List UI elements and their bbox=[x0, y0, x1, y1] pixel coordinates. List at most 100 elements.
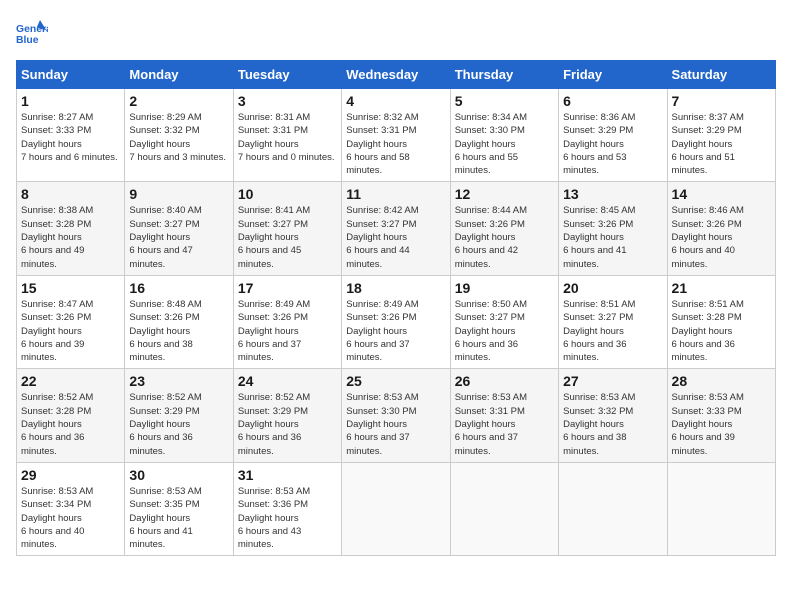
day-info: Sunrise: 8:40 AM Sunset: 3:27 PM Dayligh… bbox=[129, 204, 228, 270]
day-number: 2 bbox=[129, 93, 228, 109]
day-number: 10 bbox=[238, 186, 337, 202]
day-cell: 14 Sunrise: 8:46 AM Sunset: 3:26 PM Dayl… bbox=[667, 182, 775, 275]
day-info: Sunrise: 8:53 AM Sunset: 3:30 PM Dayligh… bbox=[346, 391, 445, 457]
day-number: 25 bbox=[346, 373, 445, 389]
day-number: 14 bbox=[672, 186, 771, 202]
day-number: 13 bbox=[563, 186, 662, 202]
day-cell: 10 Sunrise: 8:41 AM Sunset: 3:27 PM Dayl… bbox=[233, 182, 341, 275]
column-header-tuesday: Tuesday bbox=[233, 61, 341, 89]
column-header-sunday: Sunday bbox=[17, 61, 125, 89]
day-cell: 23 Sunrise: 8:52 AM Sunset: 3:29 PM Dayl… bbox=[125, 369, 233, 462]
day-cell: 27 Sunrise: 8:53 AM Sunset: 3:32 PM Dayl… bbox=[559, 369, 667, 462]
day-cell: 31 Sunrise: 8:53 AM Sunset: 3:36 PM Dayl… bbox=[233, 462, 341, 555]
day-info: Sunrise: 8:52 AM Sunset: 3:29 PM Dayligh… bbox=[129, 391, 228, 457]
day-cell: 19 Sunrise: 8:50 AM Sunset: 3:27 PM Dayl… bbox=[450, 275, 558, 368]
day-number: 6 bbox=[563, 93, 662, 109]
week-row-1: 1 Sunrise: 8:27 AM Sunset: 3:33 PM Dayli… bbox=[17, 89, 776, 182]
day-cell: 25 Sunrise: 8:53 AM Sunset: 3:30 PM Dayl… bbox=[342, 369, 450, 462]
day-cell: 18 Sunrise: 8:49 AM Sunset: 3:26 PM Dayl… bbox=[342, 275, 450, 368]
day-cell: 26 Sunrise: 8:53 AM Sunset: 3:31 PM Dayl… bbox=[450, 369, 558, 462]
day-number: 29 bbox=[21, 467, 120, 483]
day-number: 7 bbox=[672, 93, 771, 109]
day-info: Sunrise: 8:32 AM Sunset: 3:31 PM Dayligh… bbox=[346, 111, 445, 177]
svg-text:Blue: Blue bbox=[16, 35, 39, 46]
logo-icon: General Blue bbox=[16, 16, 48, 48]
day-cell: 24 Sunrise: 8:52 AM Sunset: 3:29 PM Dayl… bbox=[233, 369, 341, 462]
day-cell: 22 Sunrise: 8:52 AM Sunset: 3:28 PM Dayl… bbox=[17, 369, 125, 462]
day-cell: 21 Sunrise: 8:51 AM Sunset: 3:28 PM Dayl… bbox=[667, 275, 775, 368]
week-row-2: 8 Sunrise: 8:38 AM Sunset: 3:28 PM Dayli… bbox=[17, 182, 776, 275]
day-number: 9 bbox=[129, 186, 228, 202]
day-cell: 2 Sunrise: 8:29 AM Sunset: 3:32 PM Dayli… bbox=[125, 89, 233, 182]
week-row-5: 29 Sunrise: 8:53 AM Sunset: 3:34 PM Dayl… bbox=[17, 462, 776, 555]
day-number: 16 bbox=[129, 280, 228, 296]
day-info: Sunrise: 8:46 AM Sunset: 3:26 PM Dayligh… bbox=[672, 204, 771, 270]
day-cell: 28 Sunrise: 8:53 AM Sunset: 3:33 PM Dayl… bbox=[667, 369, 775, 462]
day-cell: 15 Sunrise: 8:47 AM Sunset: 3:26 PM Dayl… bbox=[17, 275, 125, 368]
day-number: 5 bbox=[455, 93, 554, 109]
column-header-saturday: Saturday bbox=[667, 61, 775, 89]
column-header-thursday: Thursday bbox=[450, 61, 558, 89]
day-number: 27 bbox=[563, 373, 662, 389]
day-info: Sunrise: 8:45 AM Sunset: 3:26 PM Dayligh… bbox=[563, 204, 662, 270]
day-cell: 29 Sunrise: 8:53 AM Sunset: 3:34 PM Dayl… bbox=[17, 462, 125, 555]
day-info: Sunrise: 8:53 AM Sunset: 3:33 PM Dayligh… bbox=[672, 391, 771, 457]
calendar-table: SundayMondayTuesdayWednesdayThursdayFrid… bbox=[16, 60, 776, 556]
day-cell: 8 Sunrise: 8:38 AM Sunset: 3:28 PM Dayli… bbox=[17, 182, 125, 275]
day-number: 20 bbox=[563, 280, 662, 296]
day-info: Sunrise: 8:50 AM Sunset: 3:27 PM Dayligh… bbox=[455, 298, 554, 364]
day-cell bbox=[667, 462, 775, 555]
day-number: 3 bbox=[238, 93, 337, 109]
column-header-wednesday: Wednesday bbox=[342, 61, 450, 89]
day-number: 22 bbox=[21, 373, 120, 389]
day-cell: 20 Sunrise: 8:51 AM Sunset: 3:27 PM Dayl… bbox=[559, 275, 667, 368]
day-info: Sunrise: 8:38 AM Sunset: 3:28 PM Dayligh… bbox=[21, 204, 120, 270]
day-cell: 12 Sunrise: 8:44 AM Sunset: 3:26 PM Dayl… bbox=[450, 182, 558, 275]
day-cell bbox=[342, 462, 450, 555]
day-info: Sunrise: 8:47 AM Sunset: 3:26 PM Dayligh… bbox=[21, 298, 120, 364]
day-cell: 7 Sunrise: 8:37 AM Sunset: 3:29 PM Dayli… bbox=[667, 89, 775, 182]
day-info: Sunrise: 8:41 AM Sunset: 3:27 PM Dayligh… bbox=[238, 204, 337, 270]
week-row-4: 22 Sunrise: 8:52 AM Sunset: 3:28 PM Dayl… bbox=[17, 369, 776, 462]
day-info: Sunrise: 8:52 AM Sunset: 3:28 PM Dayligh… bbox=[21, 391, 120, 457]
day-info: Sunrise: 8:51 AM Sunset: 3:27 PM Dayligh… bbox=[563, 298, 662, 364]
day-info: Sunrise: 8:49 AM Sunset: 3:26 PM Dayligh… bbox=[238, 298, 337, 364]
column-header-friday: Friday bbox=[559, 61, 667, 89]
day-number: 31 bbox=[238, 467, 337, 483]
day-info: Sunrise: 8:48 AM Sunset: 3:26 PM Dayligh… bbox=[129, 298, 228, 364]
day-info: Sunrise: 8:29 AM Sunset: 3:32 PM Dayligh… bbox=[129, 111, 228, 164]
day-info: Sunrise: 8:53 AM Sunset: 3:31 PM Dayligh… bbox=[455, 391, 554, 457]
day-cell: 3 Sunrise: 8:31 AM Sunset: 3:31 PM Dayli… bbox=[233, 89, 341, 182]
day-number: 28 bbox=[672, 373, 771, 389]
day-info: Sunrise: 8:51 AM Sunset: 3:28 PM Dayligh… bbox=[672, 298, 771, 364]
day-number: 19 bbox=[455, 280, 554, 296]
day-number: 30 bbox=[129, 467, 228, 483]
day-number: 12 bbox=[455, 186, 554, 202]
day-cell bbox=[450, 462, 558, 555]
day-number: 11 bbox=[346, 186, 445, 202]
day-cell: 5 Sunrise: 8:34 AM Sunset: 3:30 PM Dayli… bbox=[450, 89, 558, 182]
day-info: Sunrise: 8:34 AM Sunset: 3:30 PM Dayligh… bbox=[455, 111, 554, 177]
day-number: 18 bbox=[346, 280, 445, 296]
day-cell: 16 Sunrise: 8:48 AM Sunset: 3:26 PM Dayl… bbox=[125, 275, 233, 368]
day-number: 4 bbox=[346, 93, 445, 109]
calendar-body: 1 Sunrise: 8:27 AM Sunset: 3:33 PM Dayli… bbox=[17, 89, 776, 556]
day-cell: 17 Sunrise: 8:49 AM Sunset: 3:26 PM Dayl… bbox=[233, 275, 341, 368]
day-number: 15 bbox=[21, 280, 120, 296]
day-info: Sunrise: 8:52 AM Sunset: 3:29 PM Dayligh… bbox=[238, 391, 337, 457]
day-info: Sunrise: 8:53 AM Sunset: 3:36 PM Dayligh… bbox=[238, 485, 337, 551]
day-number: 17 bbox=[238, 280, 337, 296]
logo: General Blue bbox=[16, 16, 52, 48]
day-info: Sunrise: 8:36 AM Sunset: 3:29 PM Dayligh… bbox=[563, 111, 662, 177]
day-info: Sunrise: 8:53 AM Sunset: 3:32 PM Dayligh… bbox=[563, 391, 662, 457]
day-info: Sunrise: 8:42 AM Sunset: 3:27 PM Dayligh… bbox=[346, 204, 445, 270]
day-cell bbox=[559, 462, 667, 555]
day-cell: 4 Sunrise: 8:32 AM Sunset: 3:31 PM Dayli… bbox=[342, 89, 450, 182]
day-info: Sunrise: 8:31 AM Sunset: 3:31 PM Dayligh… bbox=[238, 111, 337, 164]
page-header: General Blue bbox=[16, 16, 776, 48]
day-info: Sunrise: 8:53 AM Sunset: 3:34 PM Dayligh… bbox=[21, 485, 120, 551]
day-info: Sunrise: 8:37 AM Sunset: 3:29 PM Dayligh… bbox=[672, 111, 771, 177]
day-number: 21 bbox=[672, 280, 771, 296]
day-cell: 30 Sunrise: 8:53 AM Sunset: 3:35 PM Dayl… bbox=[125, 462, 233, 555]
day-number: 8 bbox=[21, 186, 120, 202]
